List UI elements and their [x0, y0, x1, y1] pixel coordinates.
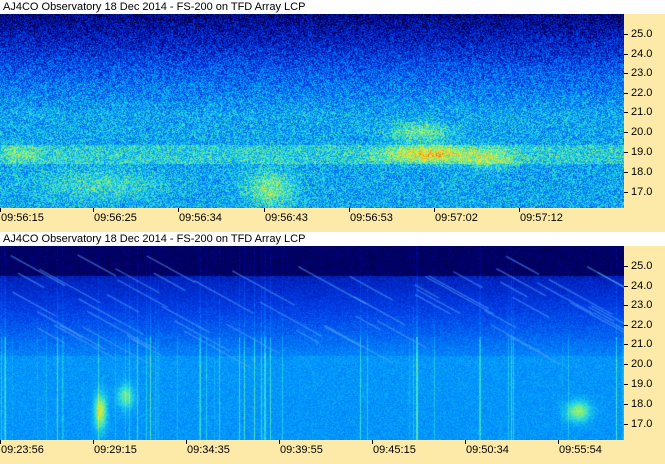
y-tick-label: 21.0 [631, 106, 653, 118]
y-tick-label: 18.0 [631, 166, 653, 178]
x-tick-label: 09:39:55 [280, 444, 323, 456]
y-tick [624, 305, 628, 306]
x-tick-label: 09:34:35 [187, 444, 230, 456]
frequency-axis-bottom: 25.0 24.0 23.0 22.0 21.0 20.0 19.0 18.0 … [624, 246, 665, 440]
y-tick [624, 152, 628, 153]
y-tick [624, 384, 628, 385]
y-tick [624, 325, 628, 326]
y-tick [624, 424, 628, 425]
x-tick-label: 09:56:43 [265, 212, 308, 224]
y-tick [624, 172, 628, 173]
time-axis-bottom: 09:23:56 09:29:15 09:34:35 09:39:55 09:4… [0, 440, 665, 464]
y-tick-label: 25.0 [631, 260, 653, 272]
time-axis-top: 09:56:15 09:56:25 09:56:34 09:56:43 09:5… [0, 208, 665, 232]
y-tick [624, 344, 628, 345]
y-tick [624, 266, 628, 267]
y-tick-label: 20.0 [631, 358, 653, 370]
y-tick [624, 364, 628, 365]
y-tick [624, 93, 628, 94]
panel-title: AJ4CO Observatory 18 Dec 2014 - FS-200 o… [0, 232, 665, 246]
spectrogram-plot-top[interactable] [0, 14, 624, 208]
y-tick-label: 23.0 [631, 299, 653, 311]
spectrogram-plot-bottom[interactable] [0, 246, 624, 440]
x-tick-label: 09:23:56 [1, 444, 44, 456]
y-tick-label: 25.0 [631, 28, 653, 40]
x-tick-label: 09:45:15 [373, 444, 416, 456]
spectrogram-panel-top: AJ4CO Observatory 18 Dec 2014 - FS-200 o… [0, 0, 665, 232]
y-tick [624, 73, 628, 74]
x-tick-label: 09:56:15 [1, 212, 44, 224]
y-tick-label: 22.0 [631, 319, 653, 331]
y-tick [624, 192, 628, 193]
y-tick-label: 24.0 [631, 48, 653, 60]
y-tick-label: 19.0 [631, 378, 653, 390]
x-tick-label: 09:29:15 [94, 444, 137, 456]
y-tick-label: 19.0 [631, 146, 653, 158]
y-tick [624, 404, 628, 405]
x-tick-label: 09:56:25 [94, 212, 137, 224]
y-tick-label: 21.0 [631, 338, 653, 350]
y-tick-label: 17.0 [631, 186, 653, 198]
y-tick-label: 23.0 [631, 67, 653, 79]
y-tick-label: 20.0 [631, 126, 653, 138]
x-tick-label: 09:50:34 [466, 444, 509, 456]
frequency-axis-top: 25.0 24.0 23.0 22.0 21.0 20.0 19.0 18.0 … [624, 14, 665, 208]
y-tick [624, 112, 628, 113]
x-tick-label: 09:55:54 [559, 444, 602, 456]
x-tick-label: 09:57:02 [435, 212, 478, 224]
y-tick [624, 286, 628, 287]
x-tick-label: 09:56:34 [179, 212, 222, 224]
y-tick-label: 18.0 [631, 398, 653, 410]
x-tick-label: 09:57:12 [520, 212, 563, 224]
y-tick-label: 22.0 [631, 87, 653, 99]
spectrogram-panel-bottom: AJ4CO Observatory 18 Dec 2014 - FS-200 o… [0, 232, 665, 464]
y-tick-label: 17.0 [631, 418, 653, 430]
y-tick-label: 24.0 [631, 280, 653, 292]
panel-title: AJ4CO Observatory 18 Dec 2014 - FS-200 o… [0, 0, 665, 14]
y-tick [624, 54, 628, 55]
x-tick-label: 09:56:53 [350, 212, 393, 224]
y-tick [624, 132, 628, 133]
y-tick [624, 34, 628, 35]
